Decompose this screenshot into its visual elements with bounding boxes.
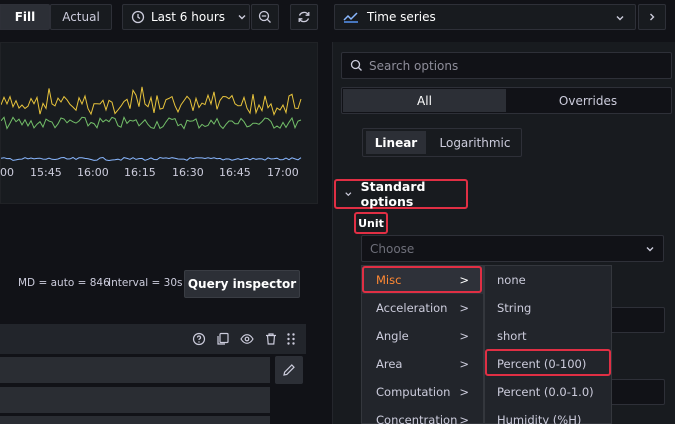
x-tick-label: 16:00: [77, 166, 109, 179]
chevron-down-icon: [238, 15, 246, 20]
series-line: [1, 115, 302, 130]
chevron-right-icon: >: [459, 385, 469, 399]
chevron-down-icon: [345, 192, 352, 197]
pencil-icon: [283, 364, 295, 376]
unit-option[interactable]: String: [485, 294, 611, 322]
unit-option[interactable]: Humidity (%H): [485, 406, 611, 424]
x-tick-label: 00: [0, 166, 14, 179]
menu-item-label: Concentration: [376, 413, 458, 424]
refresh-icon: [298, 11, 310, 23]
actual-button[interactable]: Actual: [50, 4, 112, 30]
clock-icon: [131, 10, 145, 24]
graph-panel: [0, 42, 318, 204]
standard-options-title: Standard options: [360, 179, 426, 209]
chevron-down-icon: [616, 16, 624, 21]
tab-all[interactable]: All: [343, 89, 506, 112]
unit-options-menu: none String short Percent (0-100) Percen…: [484, 265, 612, 424]
x-tick-label: 16:45: [219, 166, 251, 179]
query-field[interactable]: [0, 416, 270, 424]
x-tick-label: 16:15: [124, 166, 156, 179]
time-series-graph: [1, 86, 302, 162]
misc-highlight: [362, 266, 482, 293]
zoom-out-icon: [258, 10, 271, 23]
fill-button[interactable]: Fill: [0, 4, 50, 30]
chevron-down-icon: [646, 246, 654, 251]
unit-select[interactable]: Choose: [361, 235, 664, 262]
background-input[interactable]: [605, 379, 665, 405]
chevron-right-icon: >: [459, 301, 469, 315]
unit-category-computation[interactable]: Computation >: [362, 378, 483, 406]
refresh-button[interactable]: [290, 4, 318, 30]
unit-option[interactable]: Percent (0.0-1.0): [485, 378, 611, 406]
time-series-icon: [343, 12, 358, 23]
zoom-out-button[interactable]: [251, 4, 279, 30]
query-field[interactable]: [0, 387, 270, 413]
unit-placeholder: Choose: [370, 241, 415, 256]
search-options-input[interactable]: Search options: [341, 52, 672, 79]
query-row-header: [0, 324, 306, 354]
unit-category-area[interactable]: Area >: [362, 350, 483, 378]
help-icon[interactable]: [192, 332, 206, 346]
chevron-right-icon: [650, 13, 655, 21]
unit-option[interactable]: none: [485, 266, 611, 294]
x-tick-label: 16:30: [172, 166, 204, 179]
menu-item-label: Computation: [376, 385, 451, 399]
visualization-label: Time series: [367, 10, 436, 24]
standard-options-header[interactable]: Standard options: [334, 179, 468, 209]
x-tick-label: 15:45: [30, 166, 62, 179]
scale-logarithmic-button[interactable]: Logarithmic: [432, 131, 518, 154]
unit-category-concentration[interactable]: Concentration >: [362, 406, 483, 424]
trash-icon[interactable]: [264, 332, 278, 346]
visualization-picker[interactable]: Time series: [334, 4, 636, 30]
series-line: [1, 156, 302, 162]
drag-handle-icon[interactable]: [286, 332, 296, 346]
query-inspector-button[interactable]: Query inspector: [184, 270, 300, 298]
interval-info[interactable]: Interval = 30s: [108, 277, 183, 289]
edit-query-button[interactable]: [275, 356, 303, 384]
max-data-points-info[interactable]: MD = auto = 846: [18, 277, 110, 289]
x-tick-label: 17:00: [267, 166, 299, 179]
unit-category-angle[interactable]: Angle >: [362, 322, 483, 350]
time-range-picker[interactable]: Last 6 hours: [122, 4, 250, 30]
unit-label: Unit: [354, 212, 388, 234]
unit-category-acceleration[interactable]: Acceleration >: [362, 294, 483, 322]
menu-item-label: Acceleration: [376, 301, 448, 315]
series-line: [1, 86, 302, 116]
background-input[interactable]: [605, 307, 665, 333]
chevron-right-icon: >: [459, 329, 469, 343]
chevron-right-icon: >: [459, 357, 469, 371]
copy-icon[interactable]: [216, 332, 230, 346]
scale-linear-button[interactable]: Linear: [366, 131, 426, 154]
search-icon: [350, 59, 362, 71]
menu-item-label: Angle: [376, 329, 409, 343]
menu-item-label: Area: [376, 357, 403, 371]
collapse-options-button[interactable]: [638, 4, 666, 30]
unit-option[interactable]: short: [485, 322, 611, 350]
query-field[interactable]: [0, 357, 270, 383]
time-range-label: Last 6 hours: [151, 10, 225, 24]
chevron-right-icon: >: [459, 413, 469, 424]
search-placeholder: Search options: [369, 58, 459, 73]
percent-highlight: [485, 349, 611, 376]
eye-icon[interactable]: [240, 332, 254, 346]
tab-overrides[interactable]: Overrides: [506, 89, 670, 112]
